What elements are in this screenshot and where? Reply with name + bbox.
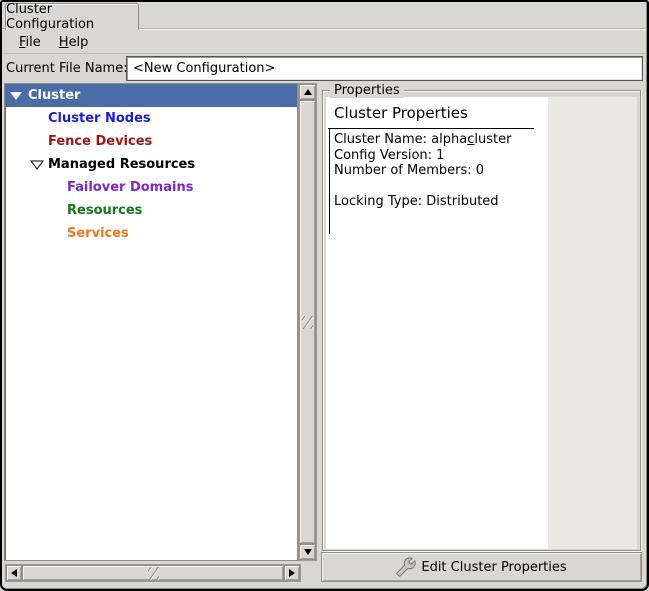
tree-item-label: Fence Devices	[48, 134, 152, 149]
blank-line	[334, 179, 539, 194]
properties-frame-label: Properties	[330, 83, 404, 98]
tree-item-cluster[interactable]: Cluster	[5, 84, 297, 107]
tree-item-failover-domains[interactable]: Failover Domains	[5, 176, 297, 199]
menubar: File Help	[3, 31, 646, 53]
tree-item-services[interactable]: Services	[5, 222, 297, 245]
arrow-up-icon	[304, 89, 312, 95]
current-file-name-label: Current File Name:	[6, 61, 128, 76]
tree-item-label: Failover Domains	[67, 180, 193, 195]
tree-item-label: Cluster Nodes	[48, 111, 151, 126]
cluster-name-line: Cluster Name: alphacluster	[334, 132, 539, 148]
scroll-right-button[interactable]	[284, 565, 300, 581]
number-of-members-line: Number of Members: 0	[334, 163, 539, 179]
menu-help[interactable]: Help	[50, 33, 98, 52]
vertical-scrollbar-thumb[interactable]	[299, 100, 316, 544]
wrench-icon	[396, 557, 416, 577]
tree-item-label: Managed Resources	[48, 157, 195, 172]
cluster-tree: Cluster Cluster Nodes Fence Devices Mana…	[4, 83, 298, 561]
tree-item-label: Services	[67, 226, 129, 241]
scroll-down-button[interactable]	[299, 544, 316, 560]
current-file-name-input[interactable]	[126, 56, 643, 81]
arrow-left-icon	[11, 569, 17, 577]
tree-item-cluster-nodes[interactable]: Cluster Nodes	[5, 107, 297, 130]
menu-file[interactable]: File	[10, 33, 50, 52]
scroll-left-button[interactable]	[6, 565, 22, 581]
expander-down-icon[interactable]	[10, 92, 22, 100]
scroll-up-button[interactable]	[299, 84, 316, 100]
config-version-line: Config Version: 1	[334, 148, 539, 164]
tree-vertical-scrollbar[interactable]	[298, 83, 317, 561]
edit-cluster-properties-button[interactable]: Edit Cluster Properties	[321, 552, 642, 582]
menubar-divider	[3, 53, 646, 54]
tree-horizontal-scrollbar[interactable]	[5, 564, 301, 582]
properties-details: Cluster Name: alphacluster Config Versio…	[329, 129, 539, 234]
app-window: Cluster Configuration File Help Current …	[0, 0, 649, 591]
tab-cluster-configuration[interactable]: Cluster Configuration	[5, 3, 139, 30]
tree-item-fence-devices[interactable]: Fence Devices	[5, 130, 297, 153]
tree-item-managed-resources[interactable]: Managed Resources	[5, 153, 297, 176]
properties-viewport: Cluster Properties Cluster Name: alphacl…	[326, 97, 637, 549]
grip-icon	[302, 316, 313, 329]
arrow-down-icon	[304, 549, 312, 555]
locking-type-line: Locking Type: Distributed	[334, 194, 539, 210]
horizontal-scrollbar-thumb[interactable]	[22, 565, 284, 581]
tab-label: Cluster Configuration	[6, 2, 138, 32]
edit-button-label: Edit Cluster Properties	[421, 560, 566, 575]
arrow-right-icon	[289, 569, 295, 577]
tree-item-label: Resources	[67, 203, 142, 218]
properties-panel: Cluster Properties Cluster Name: alphacl…	[326, 97, 548, 549]
tree-item-label: Cluster	[28, 88, 80, 103]
tree-item-resources[interactable]: Resources	[5, 199, 297, 222]
properties-heading: Cluster Properties	[326, 97, 548, 122]
grip-icon	[148, 567, 159, 580]
expander-down-icon[interactable]	[30, 160, 44, 170]
